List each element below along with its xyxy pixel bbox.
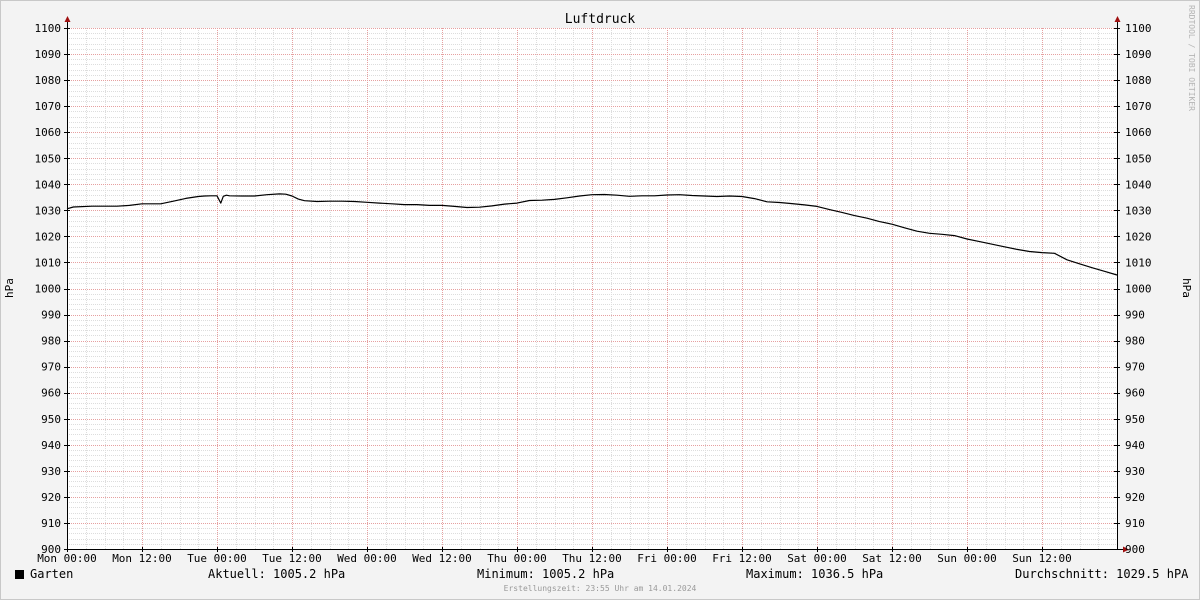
y-tick-label-right: 1080: [1125, 74, 1152, 87]
legend-average: Durchschnitt: 1029.5 hPA: [1015, 567, 1189, 581]
y-tick-label-left: 1080: [35, 74, 62, 87]
y-tick-label-left: 1050: [35, 152, 62, 165]
y-tick-label-left: 960: [41, 387, 61, 400]
y-tick-label-right: 980: [1125, 335, 1145, 348]
x-tick-label: Wed 12:00: [412, 552, 472, 565]
legend-swatch: [15, 570, 24, 579]
y-tick-label-left: 1040: [35, 178, 62, 191]
creation-time-footer: Erstellungszeit: 23:55 Uhr am 14.01.2024: [503, 584, 697, 593]
x-tick-label: Thu 12:00: [562, 552, 622, 565]
x-tick-label: Tue 00:00: [187, 552, 247, 565]
y-tick-label-right: 900: [1125, 543, 1145, 556]
y-tick-label-right: 1090: [1125, 48, 1152, 61]
y-tick-label-right: 1010: [1125, 256, 1152, 269]
y-tick-label-left: 920: [41, 491, 61, 504]
y-tick-label-left: 940: [41, 439, 61, 452]
pressure-chart: 900 900910 910920 920930 930940 940950 950960 9…: [3, 5, 1196, 565]
x-tick-label: Mon 12:00: [112, 552, 172, 565]
x-tick-label: Sat 12:00: [862, 552, 922, 565]
y-axis-left-arrow: [64, 16, 71, 22]
y-tick-label-left: 1070: [35, 100, 62, 113]
x-tick-label: Wed 00:00: [337, 552, 397, 565]
x-tick-label: Sat 00:00: [787, 552, 847, 565]
x-tick-label: Tue 12:00: [262, 552, 322, 565]
y-tick-label-right: 960: [1125, 387, 1145, 400]
x-tick-label: Thu 00:00: [487, 552, 547, 565]
y-tick-label-right: 1050: [1125, 152, 1152, 165]
x-tick-label: Fri 00:00: [637, 552, 697, 565]
y-axis-label-left: hPa: [3, 278, 16, 298]
y-tick-label-left: 1010: [35, 256, 62, 269]
watermark: RRDTOOL / TOBI OETIKER: [1187, 5, 1196, 111]
y-axis-right-arrow: [1114, 16, 1121, 22]
y-tick-label-left: 1030: [35, 204, 62, 217]
y-tick-label-left: 1020: [35, 230, 62, 243]
x-tick-label: Sun 12:00: [1012, 552, 1072, 565]
y-tick-label-right: 1000: [1125, 283, 1152, 296]
y-tick-label-left: 990: [41, 309, 61, 322]
y-axis-label-right: hPa: [1180, 278, 1193, 298]
legend-current: Aktuell: 1005.2 hPa: [208, 567, 346, 581]
legend-minimum: Minimum: 1005.2 hPa: [477, 567, 615, 581]
legend-maximum: Maximum: 1036.5 hPa: [746, 567, 884, 581]
y-tick-label-left: 1000: [35, 283, 62, 296]
y-tick-label-left: 970: [41, 361, 61, 374]
y-tick-label-right: 990: [1125, 309, 1145, 322]
y-tick-label-right: 930: [1125, 465, 1145, 478]
y-tick-label-left: 910: [41, 517, 61, 530]
y-tick-label-left: 1100: [35, 22, 62, 35]
x-tick-label: Sun 00:00: [937, 552, 997, 565]
y-tick-label-right: 1060: [1125, 126, 1152, 139]
y-tick-label-right: 1020: [1125, 230, 1152, 243]
chart-title: Luftdruck: [565, 12, 636, 27]
legend-series-name: Garten: [30, 567, 74, 581]
y-tick-label-right: 1040: [1125, 178, 1152, 191]
y-tick-label-right: 920: [1125, 491, 1145, 504]
y-tick-label-right: 970: [1125, 361, 1145, 374]
y-tick-label-left: 1090: [35, 48, 62, 61]
y-tick-label-right: 940: [1125, 439, 1145, 452]
y-tick-label-right: 1070: [1125, 100, 1152, 113]
y-tick-label-left: 950: [41, 413, 61, 426]
y-tick-label-right: 1100: [1125, 22, 1152, 35]
y-tick-label-left: 1060: [35, 126, 62, 139]
y-tick-label-left: 930: [41, 465, 61, 478]
y-tick-label-right: 950: [1125, 413, 1145, 426]
x-tick-label: Fri 12:00: [712, 552, 772, 565]
x-tick-label: Mon 00:00: [37, 552, 97, 565]
y-tick-label-right: 910: [1125, 517, 1145, 530]
y-tick-label-right: 1030: [1125, 204, 1152, 217]
y-tick-label-left: 980: [41, 335, 61, 348]
